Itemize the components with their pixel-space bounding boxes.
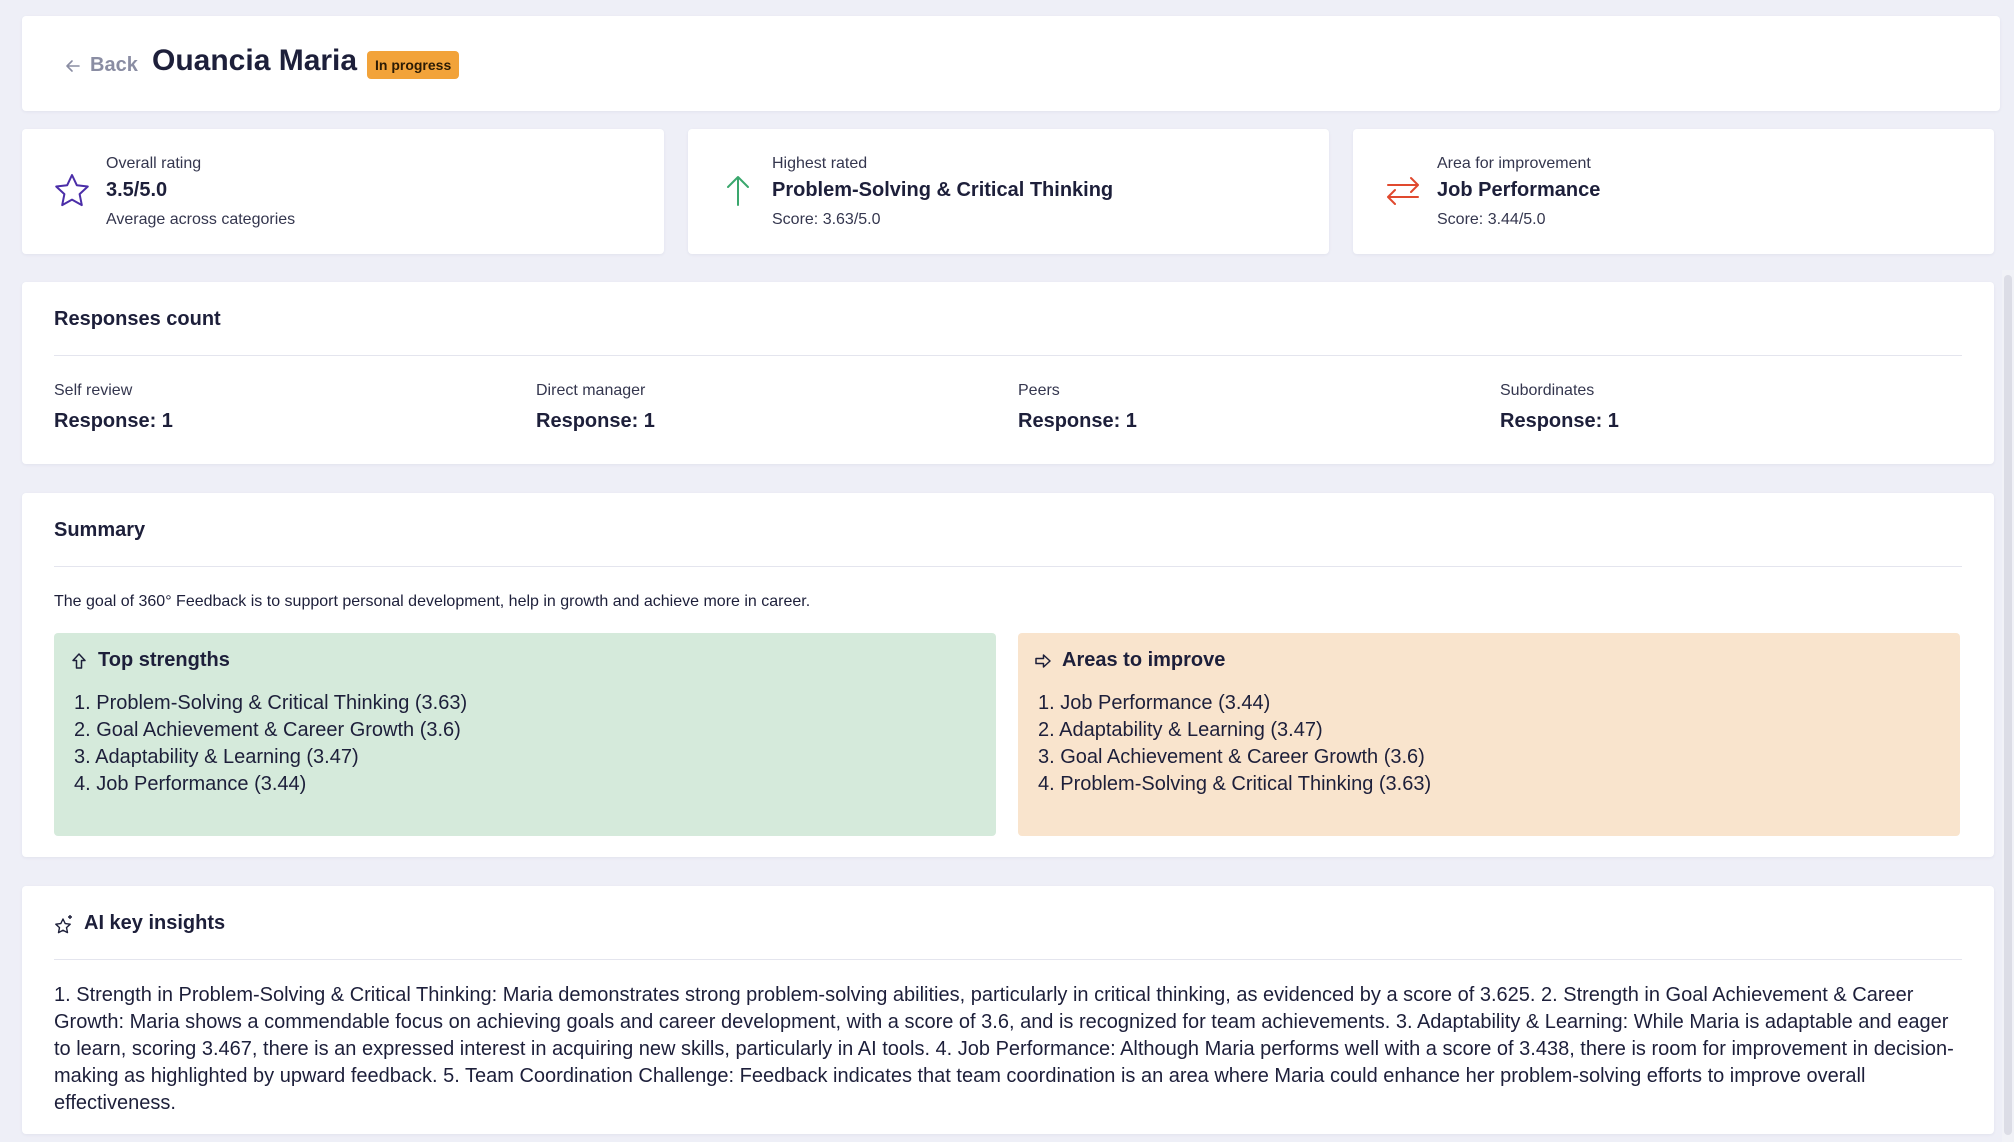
- summary-description: The goal of 360° Feedback is to support …: [54, 593, 811, 610]
- response-label: Self review: [54, 382, 133, 399]
- response-self-review: Self review Response: 1: [54, 382, 173, 433]
- response-label: Direct manager: [536, 382, 646, 399]
- list-item: 2. Goal Achievement & Career Growth (3.6…: [74, 719, 461, 741]
- divider: [54, 355, 1962, 356]
- arrow-up-icon: [727, 176, 749, 206]
- stat-subtext: Score: 3.63/5.0: [772, 211, 881, 228]
- star-icon: [55, 174, 89, 207]
- panel-header: Areas to improve: [1034, 649, 1944, 672]
- report-header: Back Ouancia Maria In progress: [22, 16, 2000, 111]
- highest-rated-card: Highest rated Problem-Solving & Critical…: [688, 129, 1329, 254]
- sparkle-star-icon: [55, 914, 72, 933]
- back-button[interactable]: Back: [64, 54, 138, 77]
- list-item: 1. Problem-Solving & Critical Thinking (…: [74, 692, 468, 714]
- overall-rating-card: Overall rating 3.5/5.0 Average across ca…: [22, 129, 664, 254]
- list-item: 1. Job Performance (3.44): [1038, 692, 1271, 714]
- panel-title: Areas to improve: [1062, 649, 1226, 671]
- status-badge: In progress: [367, 51, 460, 79]
- summary-card: Summary The goal of 360° Feedback is to …: [22, 493, 1994, 857]
- section-title: Summary: [54, 519, 146, 541]
- divider: [54, 566, 1962, 567]
- response-subordinates: Subordinates Response: 1: [1500, 382, 1619, 433]
- stat-subtext: Score: 3.44/5.0: [1437, 211, 1546, 228]
- panel-header: Top strengths: [70, 649, 980, 672]
- strengths-list: 1. Problem-Solving & Critical Thinking (…: [70, 690, 980, 798]
- ai-insights-card: AI key insights 1. Strength in Problem-S…: [22, 886, 1994, 1134]
- list-item: 2. Adaptability & Learning (3.47): [1038, 719, 1323, 741]
- swap-arrows-icon: [1387, 177, 1419, 205]
- divider: [54, 959, 1962, 960]
- response-direct-manager: Direct manager Response: 1: [536, 382, 655, 433]
- improve-list: 1. Job Performance (3.44) 2. Adaptabilit…: [1034, 690, 1944, 798]
- page-title: Ouancia Maria: [152, 44, 358, 77]
- response-label: Peers: [1018, 382, 1060, 399]
- arrow-left-icon: [66, 59, 80, 72]
- stat-value: Job Performance: [1437, 179, 1601, 201]
- response-value: Response: 1: [1018, 410, 1137, 432]
- insights-title: AI key insights: [84, 912, 226, 934]
- feedback-report-page: Back Ouancia Maria In progress Overall r…: [0, 0, 2014, 1142]
- stat-value: Problem-Solving & Critical Thinking: [772, 179, 1114, 201]
- arrow-up-outline-icon: [72, 652, 86, 669]
- stat-value: 3.5/5.0: [106, 179, 168, 201]
- arrow-right-outline-icon: [1035, 653, 1051, 668]
- panel-title: Top strengths: [98, 649, 230, 671]
- response-peers: Peers Response: 1: [1018, 382, 1137, 433]
- response-value: Response: 1: [1500, 410, 1619, 432]
- section-title: Responses count: [54, 308, 221, 330]
- stat-label: Overall rating: [106, 155, 202, 172]
- top-strengths-panel: Top strengths 1. Problem-Solving & Criti…: [54, 633, 996, 836]
- scrollbar-thumb[interactable]: [2004, 275, 2012, 1135]
- list-item: 3. Goal Achievement & Career Growth (3.6…: [1038, 746, 1425, 768]
- list-item: 4. Job Performance (3.44): [74, 773, 307, 795]
- insights-text: 1. Strength in Problem-Solving & Critica…: [54, 984, 1954, 1114]
- response-value: Response: 1: [536, 410, 655, 432]
- stat-subtext: Average across categories: [106, 211, 296, 228]
- response-label: Subordinates: [1500, 382, 1595, 399]
- back-label: Back: [90, 54, 138, 76]
- section-title: AI key insights: [54, 912, 225, 935]
- areas-to-improve-panel: Areas to improve 1. Job Performance (3.4…: [1018, 633, 1960, 836]
- stat-label: Highest rated: [772, 155, 868, 172]
- list-item: 4. Problem-Solving & Critical Thinking (…: [1038, 773, 1432, 795]
- area-for-improvement-card: Area for improvement Job Performance Sco…: [1353, 129, 1994, 254]
- list-item: 3. Adaptability & Learning (3.47): [74, 746, 359, 768]
- responses-count-card: Responses count Self review Response: 1 …: [22, 282, 1994, 464]
- stat-label: Area for improvement: [1437, 155, 1591, 172]
- response-value: Response: 1: [54, 410, 173, 432]
